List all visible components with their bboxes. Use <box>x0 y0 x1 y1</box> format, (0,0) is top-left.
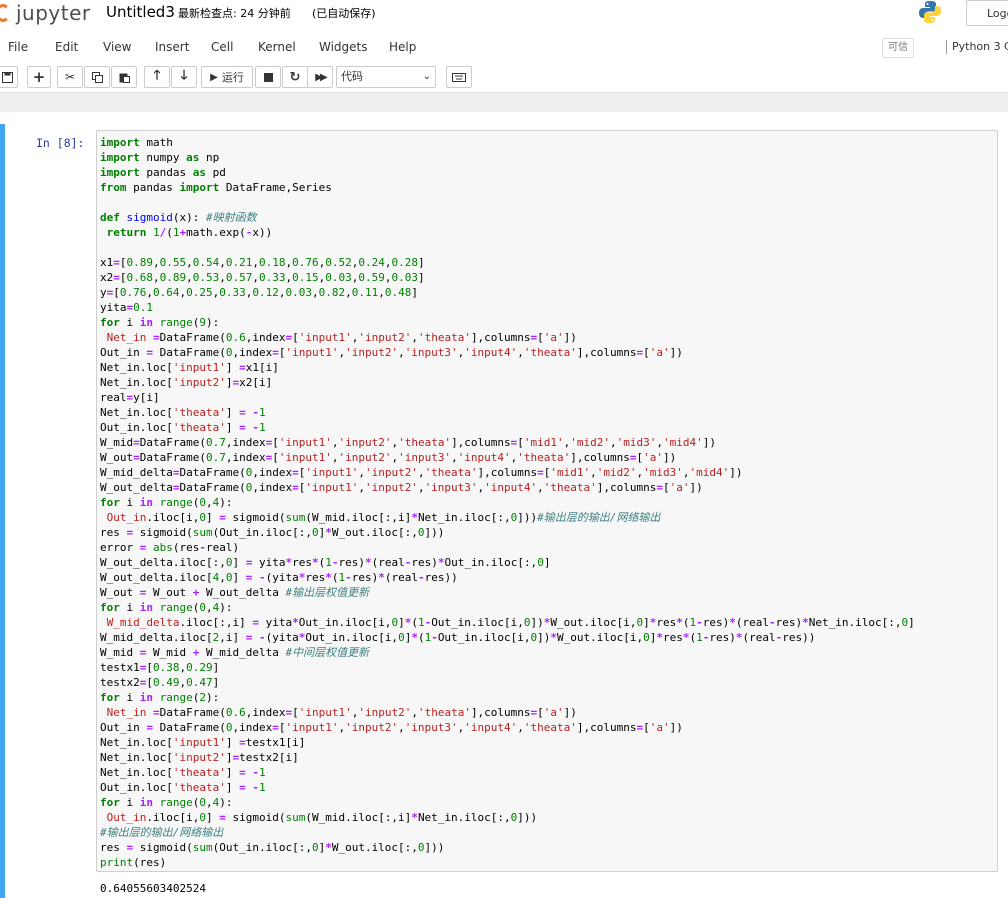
copy-icon <box>91 71 103 83</box>
move-down-button[interactable]: 🡓 <box>171 66 197 88</box>
plus-icon: + <box>32 68 46 86</box>
restart-button[interactable]: ↻ <box>282 66 308 88</box>
restart-run-all-button[interactable]: ▶▶ <box>307 66 333 88</box>
menu-kernel[interactable]: Kernel <box>258 40 296 54</box>
keyboard-icon <box>452 72 466 82</box>
fast-forward-icon: ▶▶ <box>315 71 328 83</box>
menu-edit[interactable]: Edit <box>55 40 78 54</box>
menu-file[interactable]: File <box>8 40 28 54</box>
python-logo-icon <box>919 1 941 23</box>
header: jupyter Untitled3 最新检查点: 24 分钟前 (已自动保存) … <box>0 0 1008 32</box>
toolbar: + ✂ 🡑 🡓 ▶ 运行 ↻ ▶▶ <box>0 62 1008 93</box>
cut-button[interactable]: ✂ <box>57 66 83 88</box>
logout-button[interactable]: Logout <box>966 0 1008 26</box>
checkpoint-status: 最新检查点: 24 分钟前 <box>178 7 291 20</box>
chevron-down-icon: ⌄ <box>422 71 431 82</box>
run-button[interactable]: ▶ 运行 <box>201 66 253 88</box>
paste-button[interactable] <box>111 66 137 88</box>
kernel-separator <box>946 40 947 54</box>
menu-view[interactable]: View <box>103 40 131 54</box>
autosave-status: (已自动保存) <box>312 7 376 20</box>
cell-output: 0.64055603402524 <box>100 882 206 895</box>
cell-type-select[interactable]: 代码 ⌄ <box>336 66 436 88</box>
refresh-icon: ↻ <box>289 69 301 85</box>
input-prompt: In [8]: <box>36 136 85 150</box>
add-cell-button[interactable]: + <box>27 66 51 88</box>
jupyter-logo-icon <box>0 4 10 22</box>
command-palette-button[interactable] <box>446 66 472 88</box>
scissors-icon: ✂ <box>64 70 76 84</box>
interrupt-button[interactable] <box>255 66 281 88</box>
jupyter-logo-text: jupyter <box>16 1 91 25</box>
menu-cell[interactable]: Cell <box>211 40 233 54</box>
trusted-badge[interactable]: 可信 <box>882 38 914 58</box>
kernel-name: Python 3 <box>952 40 1001 53</box>
arrow-up-icon: 🡑 <box>153 68 161 83</box>
cell-type-value: 代码 <box>341 70 363 83</box>
jupyter-logo[interactable]: jupyter <box>0 0 91 26</box>
save-button[interactable] <box>0 66 18 88</box>
menubar: File Edit View Insert Cell Kernel Widget… <box>0 32 1008 62</box>
code-content[interactable]: import math import numpy as np import pa… <box>100 135 915 870</box>
copy-button[interactable] <box>84 66 110 88</box>
menu-help[interactable]: Help <box>389 40 416 54</box>
menu-insert[interactable]: Insert <box>155 40 189 54</box>
run-button-label: 运行 <box>221 71 244 84</box>
paste-icon <box>119 73 130 83</box>
notebook-title[interactable]: Untitled3 <box>106 3 175 21</box>
save-icon <box>1 71 13 83</box>
menu-widgets[interactable]: Widgets <box>319 40 368 54</box>
kernel-indicator: C <box>1004 40 1008 53</box>
stop-icon <box>263 72 273 82</box>
move-up-button[interactable]: 🡑 <box>144 66 170 88</box>
play-icon: ▶ <box>210 71 218 83</box>
arrow-down-icon: 🡓 <box>180 68 188 83</box>
